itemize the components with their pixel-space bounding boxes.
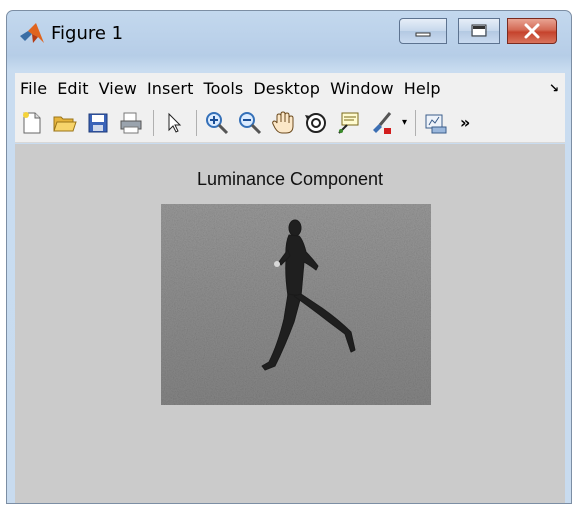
maximize-icon [471,24,487,37]
minimize-icon [415,32,431,37]
rotate-3d-button[interactable] [303,110,329,136]
print-figure-button[interactable] [118,110,144,136]
zoom-in-button[interactable] [204,110,230,136]
toolbar-separator [415,109,417,136]
new-figure-button[interactable] [19,110,45,136]
close-icon [524,23,540,39]
minimize-button[interactable] [399,18,447,44]
link-plot-icon [425,114,447,133]
rotate-3d-icon [305,112,326,133]
figure-title: Luminance Component [196,169,384,189]
brush-icon [373,111,392,134]
open-file-icon [53,116,77,131]
menu-window[interactable]: Window [325,79,399,98]
figure-canvas: Luminance Component [15,144,565,503]
open-file-button[interactable] [52,110,78,136]
data-cursor-icon [338,112,359,134]
toolbar-separator [153,109,154,136]
brush-button[interactable] [369,110,395,136]
link-plot-button[interactable] [423,110,449,136]
menu-desktop[interactable]: Desktop [248,79,325,98]
new-figure-icon [23,111,41,133]
luminance-image [161,204,431,405]
pan-hand-icon [272,110,294,133]
toolbar-separator [196,109,197,136]
edit-plot-button[interactable] [161,110,187,136]
pan-button[interactable] [270,110,296,136]
title-bar[interactable]: Figure 1 [7,11,571,53]
menu-help[interactable]: Help [399,79,446,98]
window-title: Figure 1 [51,23,124,44]
figure-toolbar: ▾ » [15,103,565,143]
zoom-in-icon [206,111,229,134]
menu-overflow-icon[interactable]: ↘ [549,81,559,95]
save-figure-button[interactable] [85,110,111,136]
menu-insert[interactable]: Insert [142,79,199,98]
brush-dropdown-chevron-icon[interactable]: ▾ [402,117,407,128]
data-cursor-button[interactable] [336,110,362,136]
menu-tools[interactable]: Tools [198,79,248,98]
menu-file[interactable]: File [15,79,52,98]
figure-window: Figure 1 File Edit View Insert Tools Des… [6,10,572,504]
matlab-logo-icon [20,23,44,43]
print-figure-icon [120,112,142,133]
maximize-button[interactable] [458,18,500,44]
zoom-out-icon [239,111,262,134]
zoom-out-button[interactable] [237,110,263,136]
toolbar-overflow-icon[interactable]: » [460,113,470,132]
menu-bar: File Edit View Insert Tools Desktop Wind… [15,73,565,103]
menu-view[interactable]: View [94,79,142,98]
close-button[interactable] [507,18,557,44]
edit-plot-arrow-icon [168,112,182,133]
save-figure-icon [88,113,108,132]
menu-edit[interactable]: Edit [52,79,93,98]
